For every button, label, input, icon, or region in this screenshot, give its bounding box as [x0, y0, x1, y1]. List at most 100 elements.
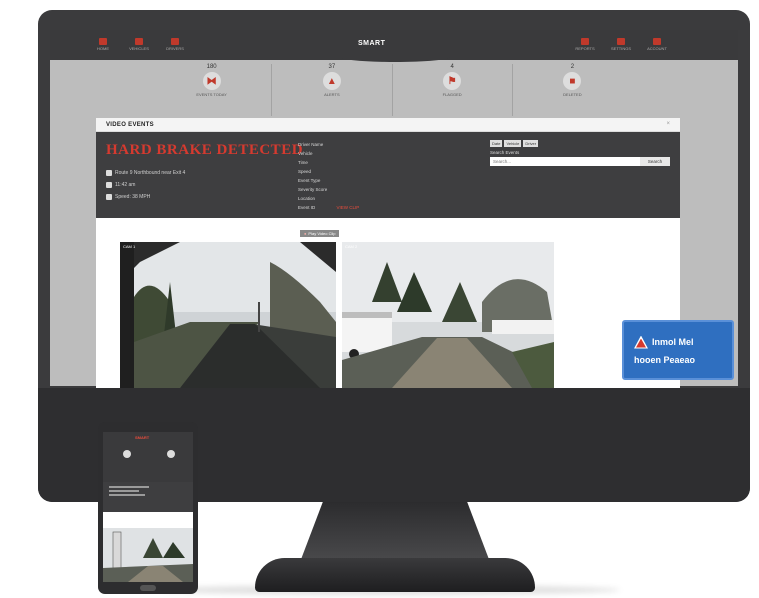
camera-frame-side[interactable]: CAM 2: [342, 242, 554, 388]
tile-alerts[interactable]: 37 ▲ ALERTS: [272, 64, 393, 116]
vehicle-icon: [135, 38, 143, 45]
nav-label: SETTINGS: [610, 46, 631, 51]
detail-line: Event ID VIEW CLIP: [298, 205, 359, 211]
tile-label: FLAGGED: [442, 92, 462, 97]
detail-line: Driver Name: [298, 142, 324, 147]
warning-icon[interactable]: [167, 450, 175, 458]
meta-text: Route 9 Northbound near Exit 4: [115, 170, 186, 176]
settings-icon: [617, 38, 625, 45]
record-dot-icon: ●: [304, 231, 307, 236]
report-icon: [581, 38, 589, 45]
camera-frame-front[interactable]: CAM 1: [120, 242, 336, 388]
search-area: Date Vehicle Driver Search Events Search: [490, 140, 670, 166]
search-box: Search: [490, 157, 670, 166]
search-input[interactable]: [490, 157, 640, 166]
warning-icon: ▲: [322, 72, 341, 90]
monitor-base: [255, 558, 535, 592]
event-alert-badge[interactable]: Inmol Mel hooen Peaeao: [622, 320, 734, 380]
event-headline: HARD BRAKE DETECTED: [106, 142, 304, 158]
nav-item-drivers[interactable]: DRIVERS: [164, 38, 186, 51]
road-scene-image: [342, 242, 554, 388]
tile-count: 180: [206, 64, 217, 70]
camera-tag: CAM 2: [345, 244, 358, 249]
clock-icon: [106, 182, 112, 188]
phone-home-button[interactable]: [140, 585, 156, 591]
meta-location: Route 9 Northbound near Exit 4: [106, 170, 185, 176]
tile-label: ALERTS: [324, 92, 340, 97]
meta-text: 11:42 am: [115, 182, 136, 188]
alert-line-2: hooen Peaeao: [634, 355, 732, 365]
meta-text: Speed: 38 MPH: [115, 194, 151, 200]
event-details: Driver Name Vehicle Time Speed Event Typ…: [298, 142, 359, 211]
tile-flagged[interactable]: 4 ⚑ FLAGGED: [393, 64, 513, 116]
close-icon[interactable]: ×: [666, 121, 670, 127]
trash-icon: ■: [563, 72, 582, 90]
search-tab-vehicle[interactable]: Vehicle: [504, 140, 522, 147]
tile-count: 37: [328, 64, 336, 70]
bow-tie-icon[interactable]: [123, 450, 131, 458]
nav-item-settings[interactable]: SETTINGS: [610, 38, 632, 51]
nav-item-vehicles[interactable]: VEHICLES: [128, 38, 150, 51]
tile-count: 2: [570, 64, 575, 70]
user-icon: [653, 38, 661, 45]
detail-line: Location: [298, 196, 316, 201]
nav-label: ACCOUNT: [647, 46, 667, 51]
search-tabs: Date Vehicle Driver: [490, 140, 670, 147]
view-clip-link[interactable]: VIEW CLIP: [337, 205, 360, 210]
phone-text-line: [109, 486, 149, 488]
logo-tab: [340, 52, 450, 62]
phone-camera-image[interactable]: [103, 528, 193, 582]
tile-label: DELETED: [563, 92, 582, 97]
home-icon: [99, 38, 107, 45]
event-panel: VIDEO EVENTS × HARD BRAKE DETECTED Route…: [96, 118, 680, 388]
tile-events[interactable]: 180 ⧓ EVENTS TODAY: [152, 64, 273, 116]
nav-label: VEHICLES: [129, 46, 149, 51]
stat-tiles: 180 ⧓ EVENTS TODAY 37 ▲ ALERTS 4 ⚑ FLAGG…: [152, 64, 632, 116]
nav-item-home[interactable]: HOME: [92, 38, 114, 51]
bow-tie-icon: ⧓: [202, 72, 221, 90]
detail-text: Event ID: [298, 205, 316, 210]
phone-header: SMART: [103, 432, 193, 482]
product-mockup: HOME VEHICLES DRIVERS SMART REPORTS SETT…: [0, 0, 759, 598]
flag-icon: ⚑: [443, 72, 462, 90]
meta-time: 11:42 am: [106, 182, 135, 188]
panel-header: VIDEO EVENTS: [96, 118, 680, 132]
search-button[interactable]: Search: [640, 157, 670, 166]
search-tab-date[interactable]: Date: [490, 140, 503, 147]
alert-line-1: Inmol Mel: [634, 335, 732, 349]
camera-tag: CAM 1: [123, 244, 136, 249]
nav-item-reports[interactable]: REPORTS: [574, 38, 596, 51]
phone-text-line: [109, 490, 139, 492]
nav-label: DRIVERS: [166, 46, 184, 51]
driver-icon: [171, 38, 179, 45]
nav-label: REPORTS: [575, 46, 595, 51]
app-logo[interactable]: SMART: [358, 40, 385, 47]
location-icon: [106, 170, 112, 176]
road-scene-image: [120, 242, 336, 388]
speed-icon: [106, 194, 112, 200]
phone-screen: SMART: [103, 432, 193, 582]
detail-line: Event Type: [298, 178, 321, 183]
nav-label: HOME: [97, 46, 109, 51]
nav-right-group: REPORTS SETTINGS ACCOUNT: [574, 38, 668, 51]
phone-event-summary: [103, 482, 193, 512]
phone-text-line: [109, 494, 145, 496]
event-summary: HARD BRAKE DETECTED Route 9 Northbound n…: [96, 132, 680, 218]
phone-logo: SMART: [135, 435, 150, 440]
logo-text: SMART: [358, 40, 386, 47]
detail-line: Severity Score: [298, 187, 328, 192]
tile-deleted[interactable]: 2 ■ DELETED: [513, 64, 632, 116]
meta-speed: Speed: 38 MPH: [106, 194, 150, 200]
detail-line: Vehicle: [298, 151, 313, 156]
nav-left-group: HOME VEHICLES DRIVERS: [92, 38, 186, 51]
alert-text: hooen Peaeao: [634, 354, 696, 365]
warning-icon: [634, 335, 648, 349]
phone-device: SMART: [98, 422, 198, 594]
monitor-neck: [300, 502, 490, 562]
search-tab-driver[interactable]: Driver: [523, 140, 539, 147]
play-video-label: Play Video Clip: [308, 231, 336, 236]
detail-line: Speed: [298, 169, 312, 174]
play-video-button[interactable]: ● Play Video Clip: [300, 230, 340, 237]
tile-count: 4: [450, 64, 454, 70]
nav-item-account[interactable]: ACCOUNT: [646, 38, 668, 51]
